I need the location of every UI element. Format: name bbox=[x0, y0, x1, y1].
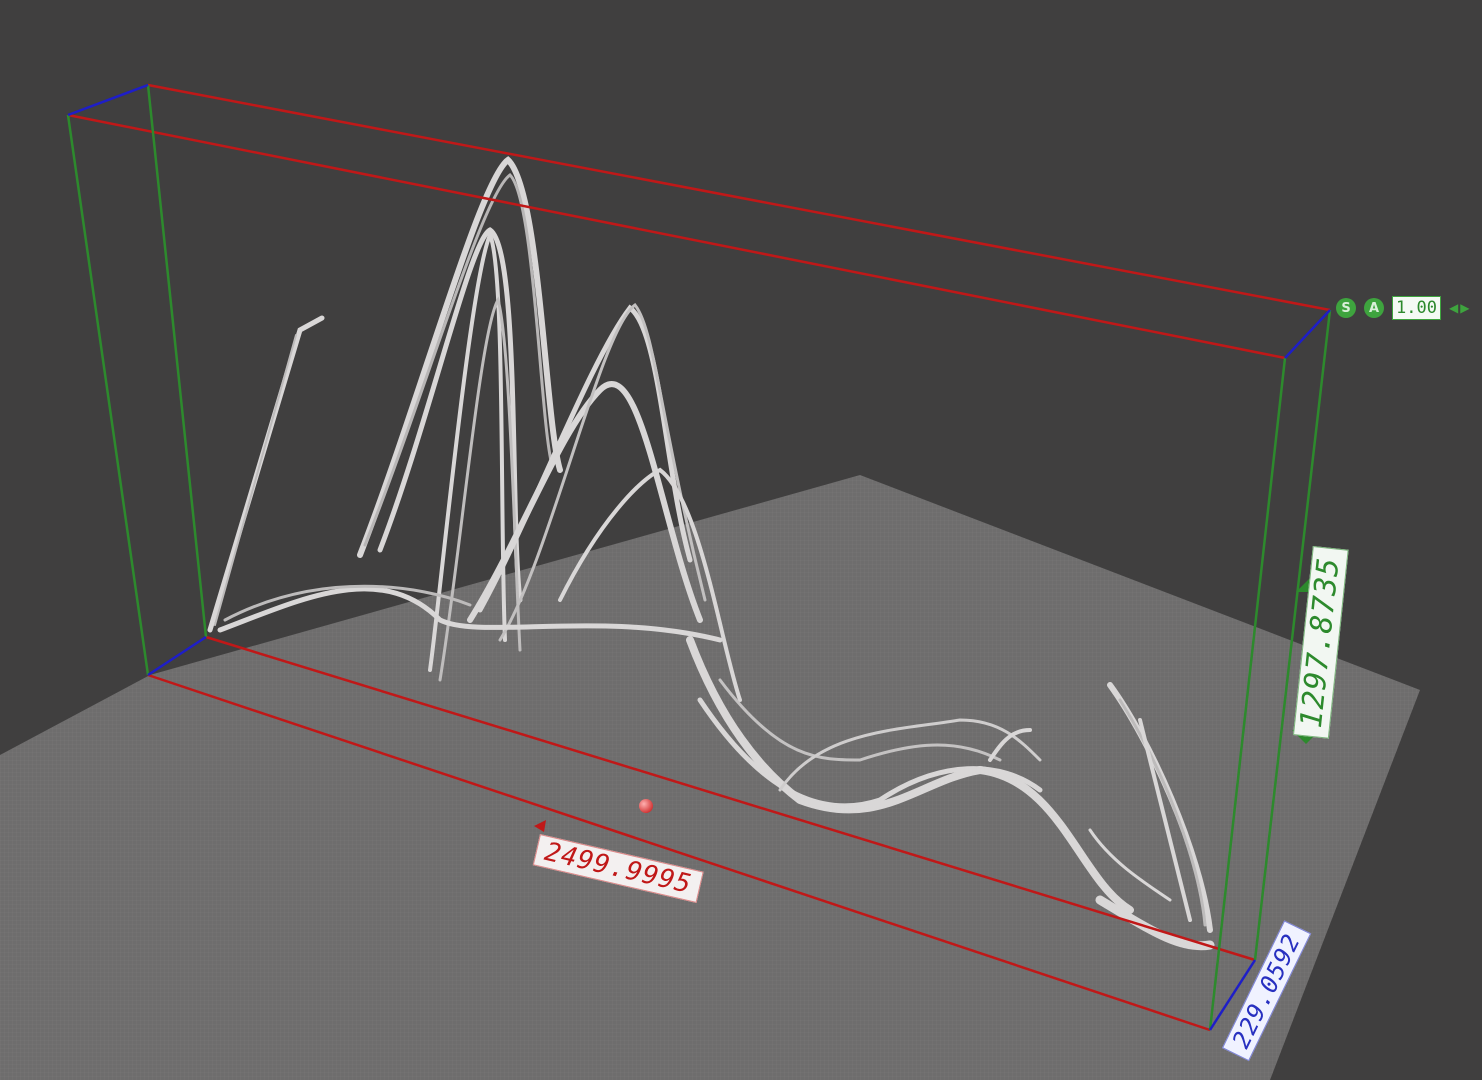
origin-sphere-icon[interactable] bbox=[639, 799, 653, 813]
snap-icon[interactable]: S bbox=[1336, 298, 1356, 318]
scale-toolbar: S A 1.00 ◀ ▶ bbox=[1336, 296, 1469, 320]
floor-grid bbox=[0, 475, 1420, 1080]
triangle-right-icon[interactable]: ▶ bbox=[1460, 302, 1469, 314]
triangle-left-icon[interactable]: ◀ bbox=[1449, 302, 1458, 314]
scale-value-field[interactable]: 1.00 bbox=[1392, 296, 1441, 320]
3d-viewport[interactable] bbox=[0, 0, 1482, 1080]
align-icon[interactable]: A bbox=[1364, 298, 1384, 318]
